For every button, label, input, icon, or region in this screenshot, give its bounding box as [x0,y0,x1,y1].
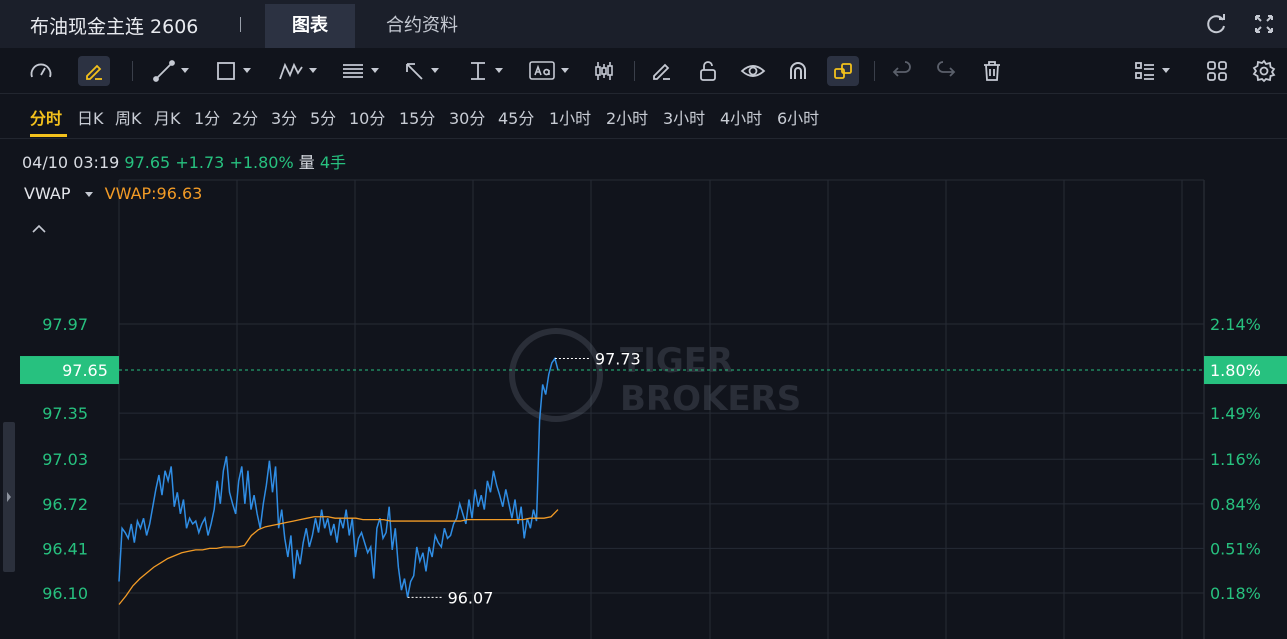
vwap-value: VWAP:96.63 [104,184,203,203]
expand-icon[interactable] [1250,10,1278,38]
period-month[interactable]: 月K [154,105,181,129]
quote-info-line: 04/10 03:19 97.65 +1.73 +1.80% 量 4手 [22,149,346,173]
unlock-icon[interactable] [696,56,720,86]
period-6h[interactable]: 6小时 [777,105,819,129]
collapse-chevron-icon[interactable] [32,219,46,238]
speedometer-icon[interactable] [28,56,54,86]
pencil-icon[interactable] [650,56,674,86]
indicator-row: VWAP VWAP:96.63 [24,184,202,203]
watermark-text: BROKERS [620,379,801,419]
intraday-chart[interactable]: 97.97 2.14% 97.35 1.49% 97.03 1.16% 96.72 0.84%… [0,140,1287,639]
pen-edit-icon[interactable] [78,56,110,86]
redo-icon[interactable] [934,56,958,86]
arrow-tool-icon[interactable] [402,56,440,86]
pct-tick-label: 0.84% [1210,495,1261,514]
quote-datetime: 04/10 03:19 [22,153,120,172]
pct-tick-label: 0.51% [1210,539,1261,558]
list-settings-icon[interactable] [1133,56,1171,86]
price-tick-label: 97.35 [42,404,88,423]
period-5min[interactable]: 5分 [310,105,336,129]
grid-icon[interactable] [1205,56,1229,86]
period-10min[interactable]: 10分 [349,105,385,129]
period-2h[interactable]: 2小时 [606,105,648,129]
pct-tick-label: 1.49% [1210,404,1261,423]
pct-tick-label: 1.16% [1210,450,1261,469]
pct-tick-label: 2.14% [1210,315,1261,334]
rectangle-tool-icon[interactable] [214,56,252,86]
indicator-selector[interactable]: VWAP [24,184,70,203]
period-week[interactable]: 周K [115,105,142,129]
title-bar: 布油现金主连 2606 图表 合约资料 [0,0,1287,48]
quote-change: +1.73 [175,153,225,172]
high-price-label: 97.73 [595,350,641,369]
tab-chart[interactable]: 图表 [265,4,355,48]
period-intraday[interactable]: 分时 [30,105,62,129]
volume-label: 量 [298,153,315,172]
price-tick-label: 97.97 [42,315,88,334]
price-tick-label: 96.72 [42,495,88,514]
period-45min[interactable]: 45分 [498,105,534,129]
fibonacci-tool-icon[interactable] [340,56,380,86]
period-15min[interactable]: 15分 [399,105,435,129]
candles-tool-icon[interactable] [592,56,616,86]
line-tool-icon[interactable] [152,56,190,86]
quote-change-pct: +1.80% [229,153,294,172]
period-1h[interactable]: 1小时 [549,105,591,129]
indicator-dropdown-icon[interactable] [84,191,94,199]
low-price-label: 96.07 [448,588,494,607]
period-day[interactable]: 日K [77,105,104,129]
period-1min[interactable]: 1分 [194,105,220,129]
link-icon[interactable] [827,56,859,86]
period-3min[interactable]: 3分 [271,105,297,129]
price-tick-label: 96.41 [42,539,88,558]
active-period-underline [30,134,67,137]
drawing-toolbar [0,48,1287,94]
period-2min[interactable]: 2分 [232,105,258,129]
pattern-tool-icon[interactable] [278,56,318,86]
pct-tick-label: 0.18% [1210,584,1261,603]
refresh-icon[interactable] [1202,10,1230,38]
current-pct-label: 1.80% [1210,361,1261,380]
quote-price: 97.65 [124,153,171,172]
side-panel-handle[interactable] [3,422,15,572]
price-tick-label: 97.03 [42,450,88,469]
tiger-brokers-watermark: TIGERBROKERS [509,328,801,422]
price-tick-label: 96.10 [42,584,88,603]
tab-contract-info[interactable]: 合约资料 [370,4,474,48]
instrument-title: 布油现金主连 2606 [30,16,199,38]
period-bar: 分时 日K 周K 月K 1分 2分 3分 5分 10分 15分 30分 45分 … [0,95,1287,139]
price-line [118,356,559,598]
period-30min[interactable]: 30分 [449,105,485,129]
current-price-label: 97.65 [62,361,108,380]
magnet-icon[interactable] [786,56,810,86]
trash-icon[interactable] [980,56,1004,86]
quote-volume: 4手 [319,153,347,172]
undo-icon[interactable] [890,56,914,86]
measure-tool-icon[interactable] [466,56,504,86]
period-3h[interactable]: 3小时 [663,105,705,129]
period-4h[interactable]: 4小时 [720,105,762,129]
title-separator [240,17,241,32]
gear-icon[interactable] [1252,56,1276,86]
text-tool-icon[interactable] [528,56,570,86]
watermark-logo [509,328,603,422]
eye-icon[interactable] [740,56,766,86]
